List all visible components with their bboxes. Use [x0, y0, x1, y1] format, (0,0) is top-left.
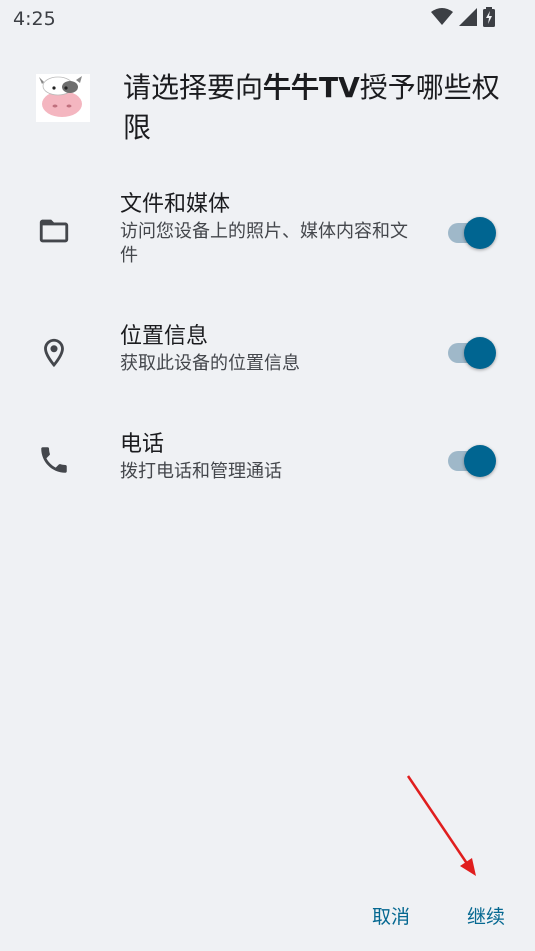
files-media-toggle[interactable]	[448, 217, 496, 249]
permission-description: 拨打电话和管理通话	[120, 461, 282, 482]
toggle-thumb	[464, 217, 496, 249]
status-time: 4:25	[13, 8, 56, 30]
status-bar: 4:25	[0, 0, 535, 36]
continue-button[interactable]: 继续	[467, 902, 505, 929]
permission-text: 电话 拨打电话和管理通话	[120, 430, 410, 484]
toggle-thumb	[464, 445, 496, 477]
location-pin-icon	[37, 336, 71, 370]
title-prefix: 请选择要向	[123, 71, 264, 104]
permission-description: 获取此设备的位置信息	[120, 353, 300, 374]
battery-charging-icon	[483, 7, 495, 31]
folder-icon	[37, 214, 71, 248]
status-icons	[431, 7, 495, 31]
permission-title: 电话	[120, 432, 165, 457]
dialog-title: 请选择要向牛牛TV授予哪些权限	[123, 68, 503, 148]
permission-title: 位置信息	[120, 324, 209, 349]
annotation-arrow-icon	[406, 775, 476, 876]
location-toggle[interactable]	[448, 337, 496, 369]
toggle-thumb	[464, 337, 496, 369]
permission-description: 访问您设备上的照片、媒体内容和文件	[120, 221, 408, 266]
permission-text: 位置信息 获取此设备的位置信息	[120, 322, 410, 376]
permission-text: 文件和媒体 访问您设备上的照片、媒体内容和文件	[120, 190, 410, 268]
cancel-button[interactable]: 取消	[372, 902, 410, 929]
cow-app-icon	[36, 74, 90, 122]
phone-toggle[interactable]	[448, 445, 496, 477]
permission-title: 文件和媒体	[120, 192, 231, 217]
app-name: 牛牛TV	[263, 71, 360, 104]
phone-icon	[37, 443, 71, 477]
wifi-icon	[431, 8, 453, 30]
signal-icon	[459, 8, 477, 30]
